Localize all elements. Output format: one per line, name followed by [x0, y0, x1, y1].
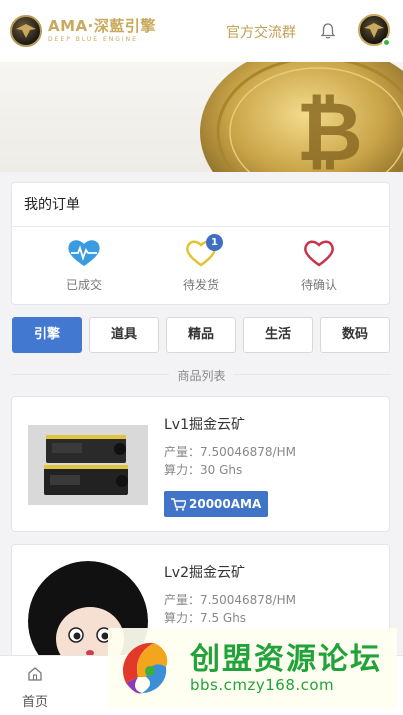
watermark-title: 创盟资源论坛: [190, 641, 382, 677]
pending-count-badge: 1: [206, 234, 223, 251]
tab-digital[interactable]: 数码: [320, 317, 390, 353]
nav-home[interactable]: 首页: [22, 666, 48, 710]
product-card[interactable]: Lv1掘金云矿 产量：7.50046878/HM 算力：30 Ghs 20000…: [11, 396, 390, 532]
orders-title: 我的订单: [12, 183, 389, 227]
cart-icon: [171, 497, 186, 511]
tab-engine[interactable]: 引擎: [12, 317, 82, 353]
heart-pending-icon: 1: [184, 234, 223, 268]
banner-image[interactable]: ₿: [0, 62, 403, 172]
logo-sub-text: DEEP BLUE ENGINE: [48, 36, 138, 43]
logo-main-text: AMA·深藍引擎: [48, 17, 156, 35]
order-pending-shipment[interactable]: 1 待发货: [161, 234, 241, 293]
watermark: 创盟资源论坛 bbs.cmzy168.com: [108, 628, 397, 708]
my-orders-card: 我的订单 已成交 1 待发货 待确认: [11, 182, 390, 305]
online-status-dot: [382, 38, 391, 47]
logo-icon[interactable]: [10, 15, 42, 47]
nav-home-label: 首页: [22, 695, 49, 710]
tab-props[interactable]: 道具: [89, 317, 159, 353]
order-pending-shipment-label: 待发货: [182, 278, 219, 292]
app-header: AMA·深藍引擎 DEEP BLUE ENGINE: [0, 0, 403, 62]
product-output: 产量：7.50046878/HM: [164, 593, 296, 607]
tab-life[interactable]: 生活: [243, 317, 313, 353]
home-icon: [28, 667, 42, 681]
product-power: 算力：7.5 Ghs: [164, 611, 247, 625]
logo[interactable]: AMA·深藍引擎 DEEP BLUE ENGINE: [48, 19, 156, 43]
product-image-miner[interactable]: [28, 425, 148, 505]
product-list-title-text: 商品列表: [169, 369, 234, 383]
order-awaiting-confirmation-label: 待确认: [300, 278, 337, 292]
heart-outline-icon: [302, 238, 336, 268]
product-list-title: 商品列表: [0, 367, 403, 384]
product-name[interactable]: Lv2掘金云矿: [164, 562, 245, 582]
watermark-url: bbs.cmzy168.com: [190, 675, 335, 694]
tab-premium[interactable]: 精品: [166, 317, 236, 353]
buy-button[interactable]: 20000AMA: [164, 491, 269, 517]
heartbeat-icon: [67, 238, 101, 268]
order-awaiting-confirmation[interactable]: 待确认: [279, 238, 359, 293]
product-name[interactable]: Lv1掘金云矿: [164, 414, 245, 434]
order-completed[interactable]: 已成交: [44, 238, 124, 293]
product-output: 产量：7.50046878/HM: [164, 445, 296, 459]
bell-icon[interactable]: [319, 22, 337, 40]
svg-text:₿: ₿: [296, 85, 363, 172]
watermark-logo: [122, 642, 168, 694]
order-completed-label: 已成交: [65, 278, 102, 292]
price-label: 20000AMA: [189, 497, 262, 511]
official-group-link[interactable]: 官方交流群: [226, 22, 296, 42]
product-power: 算力：30 Ghs: [164, 463, 243, 477]
